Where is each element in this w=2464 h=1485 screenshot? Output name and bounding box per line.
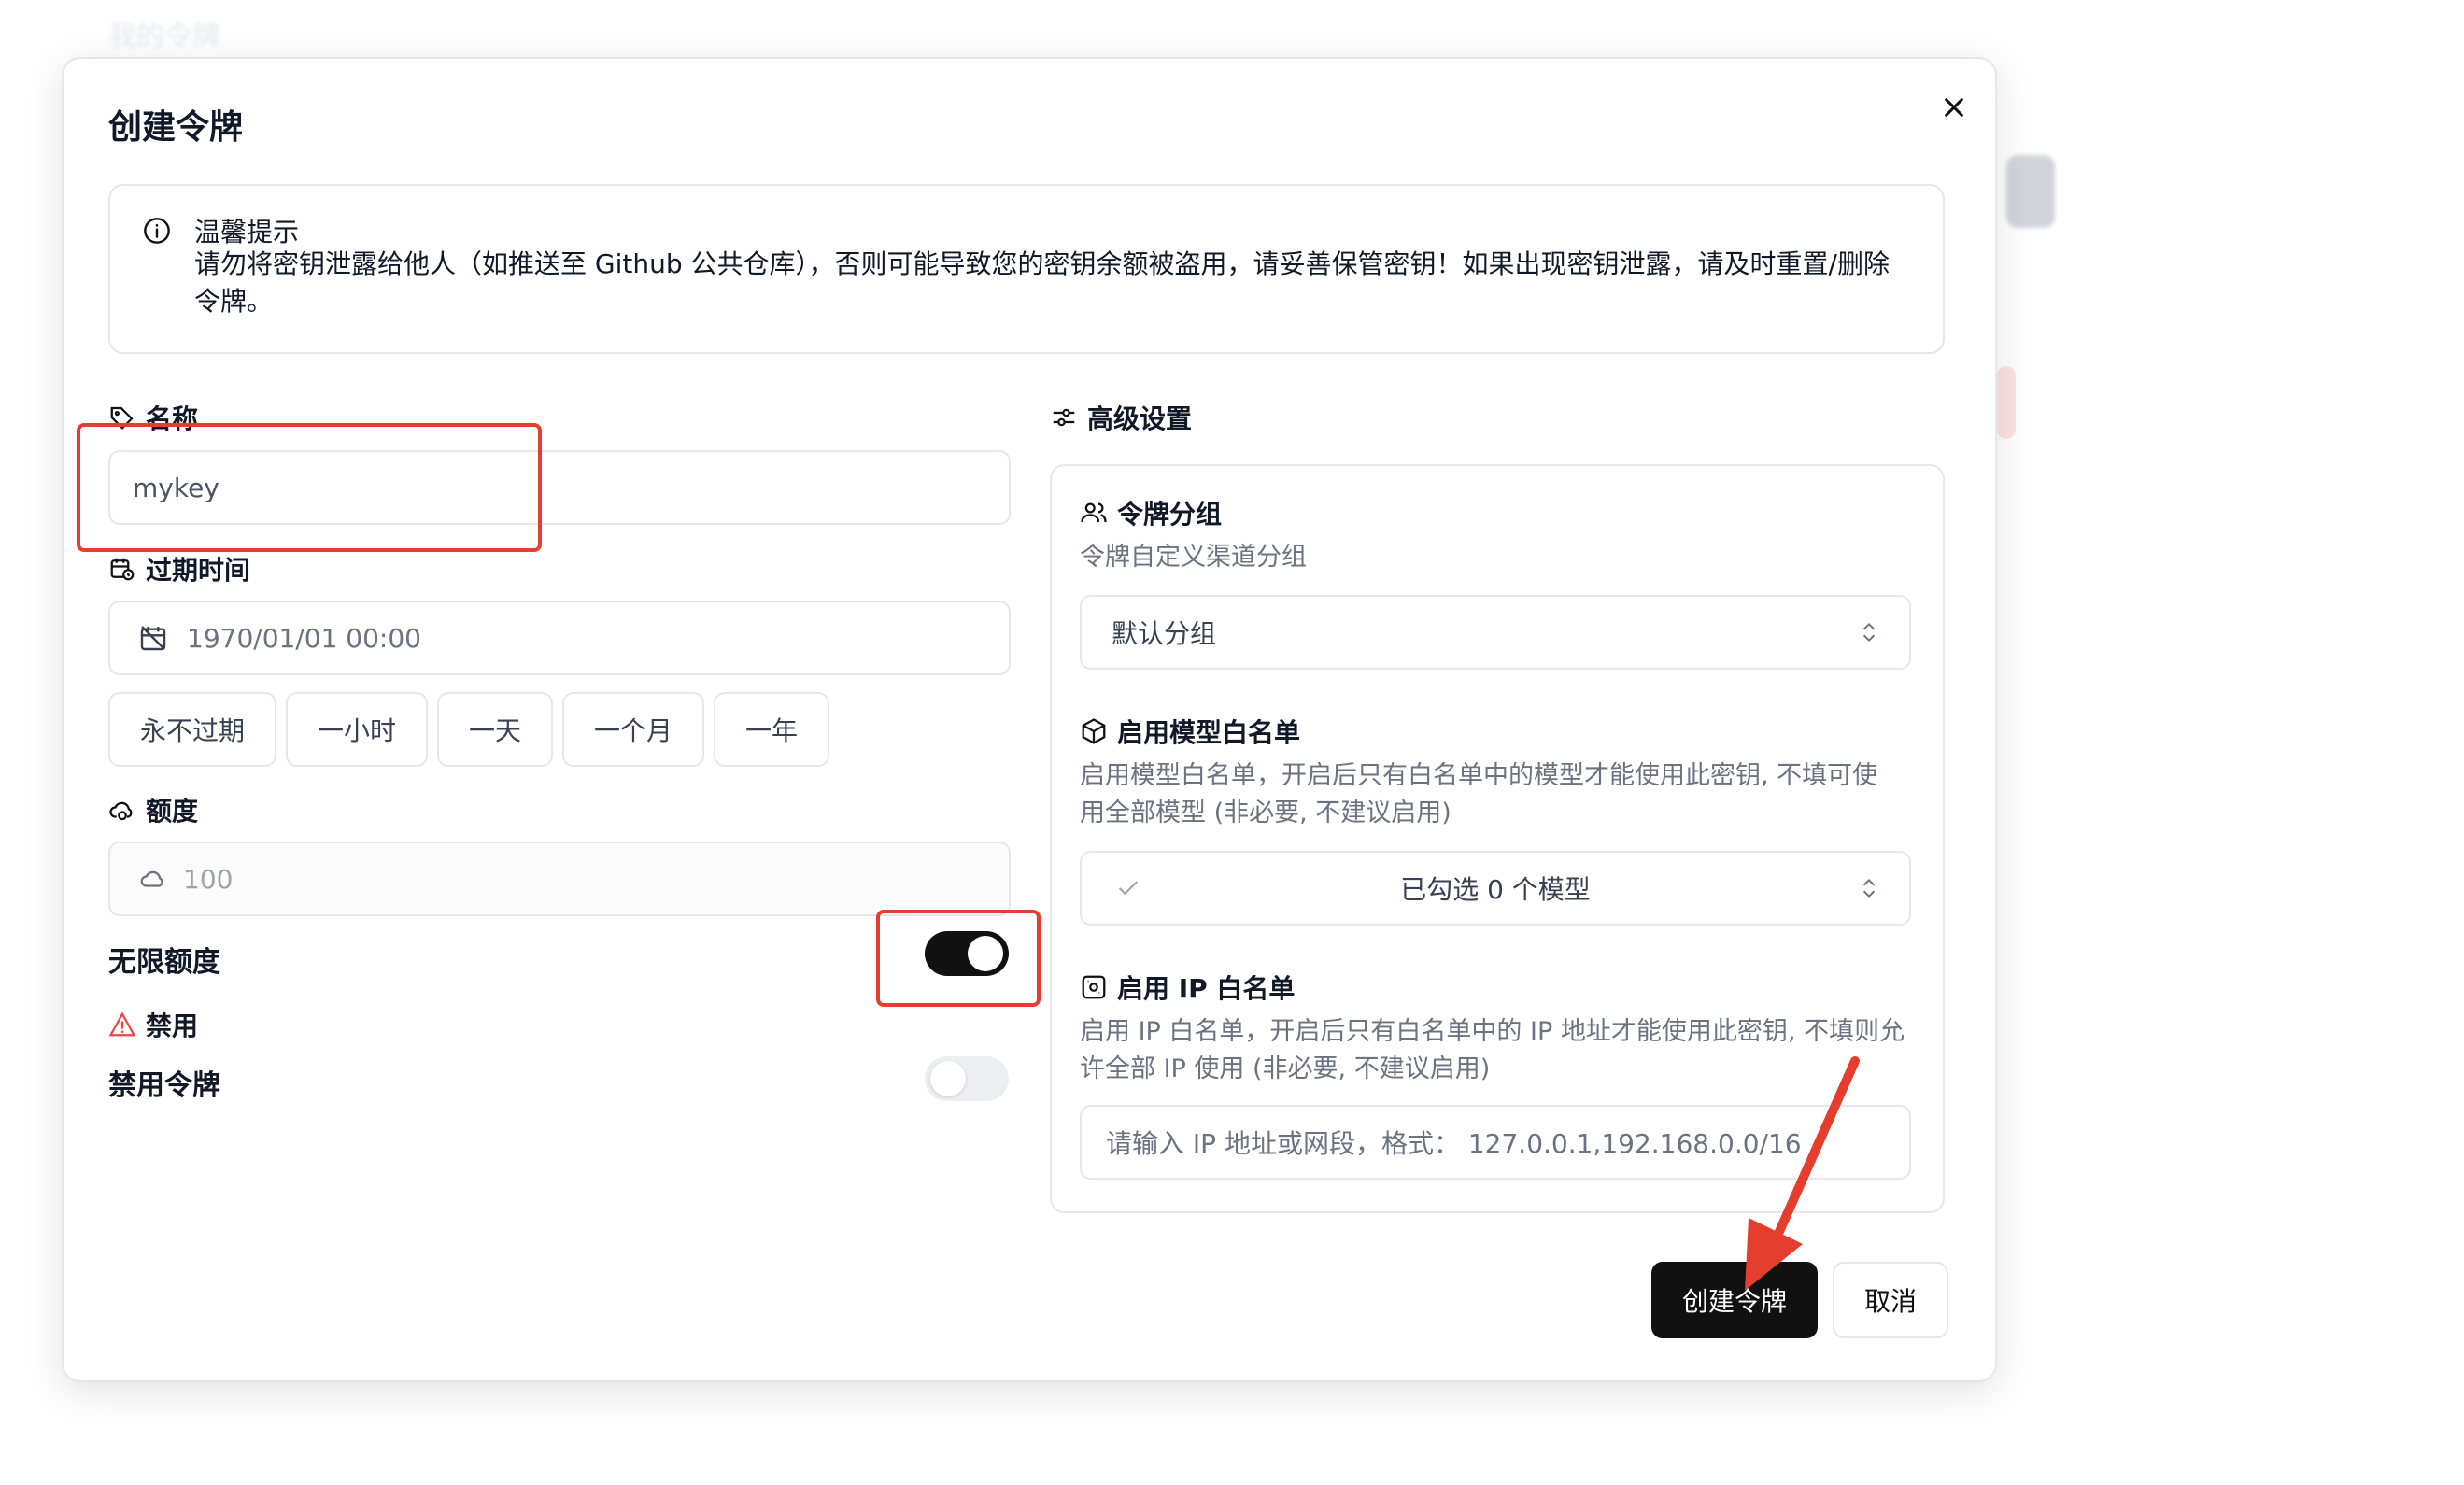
disable-section-label: 禁用 bbox=[108, 1006, 198, 1043]
box-icon bbox=[1082, 718, 1106, 744]
group-label-text: 令牌分组 bbox=[1117, 499, 1223, 530]
advanced-label-text: 高级设置 bbox=[1087, 403, 1193, 434]
group-select[interactable]: 默认分组 bbox=[1080, 595, 1911, 670]
disable-section-label-text: 禁用 bbox=[146, 1011, 199, 1041]
chevron-updown-icon bbox=[1862, 878, 1876, 898]
cloud-coin-icon bbox=[109, 801, 133, 821]
quota-label: 额度 bbox=[108, 791, 198, 828]
alert-body: 请勿将密钥泄露给他人（如推送至 Github 公共仓库），否则可能导致您的密钥余… bbox=[194, 248, 1890, 317]
ip-scan-icon bbox=[1082, 975, 1106, 999]
group-desc: 令牌自定义渠道分组 bbox=[1080, 543, 1307, 572]
unlimited-label: 无限额度 bbox=[108, 946, 220, 979]
calendar-clock-icon bbox=[110, 558, 135, 581]
preset-hour-button[interactable]: 一小时 bbox=[286, 692, 428, 767]
info-icon bbox=[144, 218, 170, 244]
close-icon[interactable] bbox=[1935, 89, 1973, 126]
model-whitelist-select[interactable]: 已勾选 0 个模型 bbox=[1080, 851, 1911, 926]
cancel-button[interactable]: 取消 bbox=[1833, 1262, 1948, 1338]
preset-year-button[interactable]: 一年 bbox=[714, 692, 829, 767]
advanced-label: 高级设置 bbox=[1050, 399, 1192, 436]
warning-alert: 温馨提示 请勿将密钥泄露给他人（如推送至 Github 公共仓库），否则可能导致… bbox=[108, 184, 1945, 354]
warning-triangle-icon bbox=[108, 1011, 136, 1037]
ip-whitelist-placeholder: 请输入 IP 地址或网段，格式： 127.0.0.1,192.168.0.0/1… bbox=[1106, 1128, 1802, 1159]
model-whitelist-desc: 启用模型白名单，开启后只有白名单中的模型才能使用此密钥, 不填可使用全部模型 (… bbox=[1080, 761, 1878, 827]
annotation-box-name bbox=[77, 423, 542, 552]
quota-input[interactable]: 100 bbox=[108, 842, 1011, 916]
expire-label-text: 过期时间 bbox=[146, 555, 251, 586]
annotation-box-unlimited bbox=[876, 910, 1041, 1007]
model-whitelist-label: 启用模型白名单 bbox=[1080, 713, 1300, 750]
group-label: 令牌分组 bbox=[1080, 494, 1222, 531]
group-select-value: 默认分组 bbox=[1112, 618, 1217, 649]
expire-label: 过期时间 bbox=[108, 550, 250, 587]
cloud-icon bbox=[140, 870, 163, 887]
create-token-button[interactable]: 创建令牌 bbox=[1651, 1262, 1818, 1338]
background-header: 我的令牌 bbox=[108, 21, 220, 53]
expire-input-value: 1970/01/01 00:00 bbox=[187, 622, 421, 654]
background-button bbox=[2006, 155, 2055, 228]
preset-day-button[interactable]: 一天 bbox=[437, 692, 553, 767]
quota-placeholder: 100 bbox=[183, 863, 234, 895]
alert-title: 温馨提示 bbox=[194, 217, 300, 248]
model-whitelist-value: 已勾选 0 个模型 bbox=[1400, 874, 1591, 905]
check-icon bbox=[1118, 881, 1139, 896]
disable-token-toggle[interactable] bbox=[925, 1056, 1009, 1101]
advanced-panel: 令牌分组 令牌自定义渠道分组 默认分组 启用模型白名单 启用模型白名单，开启后只… bbox=[1050, 464, 1945, 1213]
calendar-off-icon bbox=[140, 626, 166, 651]
model-whitelist-label-text: 启用模型白名单 bbox=[1117, 717, 1301, 748]
chevron-updown-icon bbox=[1862, 622, 1876, 643]
create-token-dialog: 创建令牌 温馨提示 请勿将密钥泄露给他人（如推送至 Github 公共仓库），否… bbox=[62, 57, 1997, 1382]
ip-whitelist-label-text: 启用 IP 白名单 bbox=[1117, 973, 1296, 1004]
disable-token-toggle-knob bbox=[930, 1061, 966, 1096]
preset-never-button[interactable]: 永不过期 bbox=[108, 692, 276, 767]
users-icon bbox=[1081, 502, 1107, 523]
ip-whitelist-label: 启用 IP 白名单 bbox=[1080, 969, 1295, 1006]
preset-month-button[interactable]: 一个月 bbox=[562, 692, 704, 767]
dialog-title: 创建令牌 bbox=[108, 108, 244, 147]
ip-whitelist-input[interactable]: 请输入 IP 地址或网段，格式： 127.0.0.1,192.168.0.0/1… bbox=[1080, 1105, 1911, 1180]
ip-whitelist-desc: 启用 IP 白名单，开启后只有白名单中的 IP 地址才能使用此密钥, 不填则允许… bbox=[1080, 1017, 1905, 1083]
expire-input[interactable]: 1970/01/01 00:00 bbox=[108, 601, 1011, 675]
quota-label-text: 额度 bbox=[146, 796, 199, 827]
background-badge bbox=[1997, 366, 2016, 439]
sliders-icon bbox=[1053, 408, 1075, 427]
disable-token-label: 禁用令牌 bbox=[108, 1069, 220, 1102]
